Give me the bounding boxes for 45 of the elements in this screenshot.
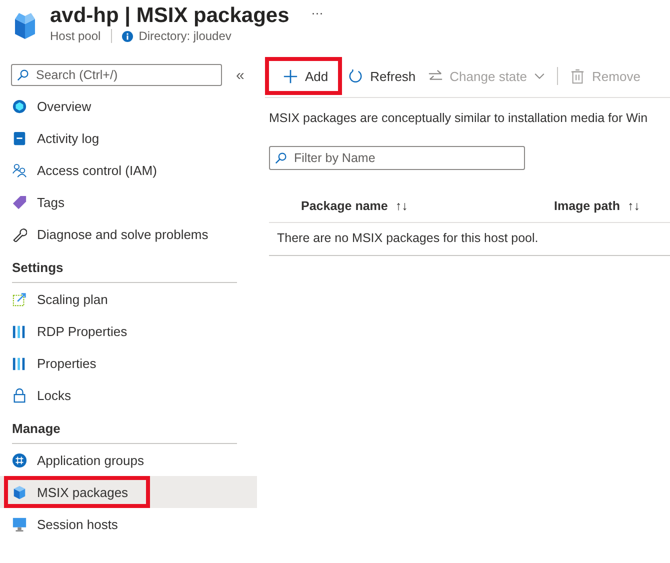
column-header[interactable]: Image path ↑↓: [554, 199, 640, 213]
wrench-icon: [12, 226, 27, 242]
search-icon: [17, 69, 29, 81]
lock-icon: [12, 388, 27, 402]
nav-item[interactable]: Activity log: [0, 122, 257, 154]
nav-item[interactable]: Overview: [0, 90, 257, 122]
nav-item[interactable]: Properties: [0, 347, 257, 379]
cube-circle-icon: [12, 98, 27, 114]
resource-type: Host pool: [50, 29, 101, 43]
bars-icon: [12, 356, 27, 370]
tag-icon: [12, 194, 27, 210]
nav-item[interactable]: Session hosts: [0, 508, 257, 540]
nav-item[interactable]: Locks: [0, 379, 257, 411]
page-title: avd-hp | MSIX packages: [50, 4, 290, 28]
column-header[interactable]: Package name ↑↓: [301, 199, 554, 213]
section-heading: Settings: [12, 260, 237, 283]
nav-item[interactable]: Access control (IAM): [0, 154, 257, 186]
filter-field[interactable]: Filter by Name: [269, 146, 525, 170]
section-heading: Manage: [12, 421, 237, 444]
scaling-icon: [12, 292, 27, 306]
people-icon: [12, 162, 27, 178]
nav-item[interactable]: MSIX packages: [0, 476, 257, 508]
toolbar-button[interactable]: Refresh: [342, 56, 422, 96]
info-icon: [122, 30, 133, 42]
nav-item[interactable]: Diagnose and solve problems: [0, 218, 257, 250]
description-text: MSIX packages are conceptually similar to installation media for Win: [269, 111, 649, 125]
trash-icon: [570, 68, 586, 84]
nav-item[interactable]: RDP Properties: [0, 315, 257, 347]
package-box-icon: [12, 484, 27, 500]
refresh-icon: [348, 68, 364, 84]
toolbar-button[interactable]: Add: [265, 57, 342, 95]
package-box-icon: [13, 12, 37, 40]
nav-item[interactable]: Application groups: [0, 444, 257, 476]
grid-icon: [12, 452, 27, 468]
search-icon: [275, 152, 287, 164]
directory-label: Directory: jloudev: [138, 29, 232, 43]
more-button[interactable]: ···: [311, 6, 324, 20]
bars-icon: [12, 324, 27, 338]
empty-message: There are no MSIX packages for this host pool.: [269, 223, 670, 256]
monitor-icon: [12, 516, 27, 532]
search-field[interactable]: Search (Ctrl+/): [11, 64, 222, 86]
nav-item[interactable]: Scaling plan: [0, 283, 257, 315]
nav-item[interactable]: Tags: [0, 186, 257, 218]
collapse-button[interactable]: «: [232, 66, 248, 84]
plus-icon: [283, 68, 298, 84]
